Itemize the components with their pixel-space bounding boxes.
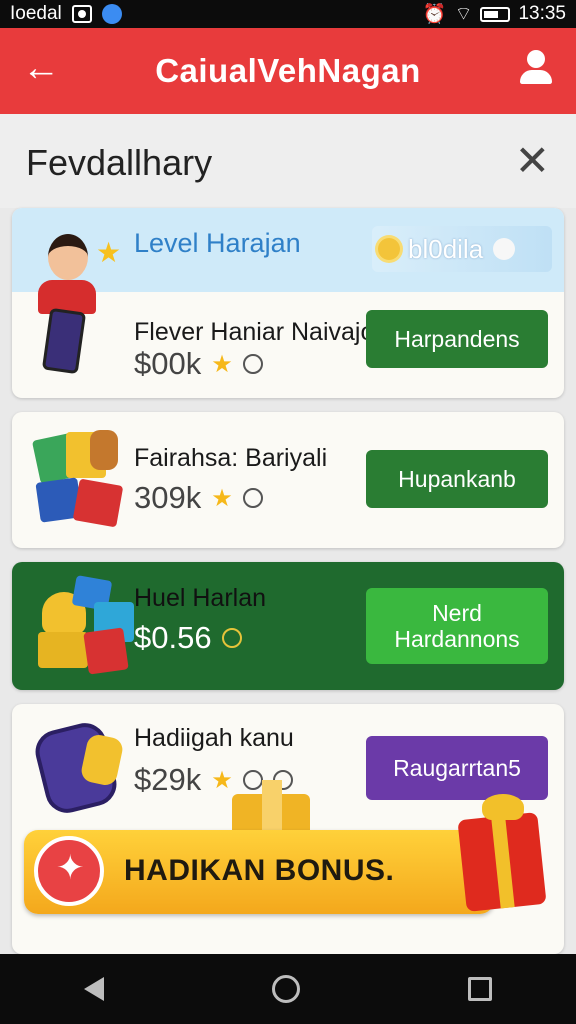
sheet-title: Fevdallhary: [26, 142, 213, 183]
timer-icon: [242, 488, 263, 508]
offer-name: Hadiigah kanu: [134, 724, 294, 752]
status-bar: Ioedal ⏰ ⌔ 13:35: [0, 0, 576, 28]
nav-recents-icon[interactable]: [468, 977, 492, 1001]
offer-name: Flever Haniar Naivajon: [134, 318, 389, 346]
price-value: $29k: [134, 762, 202, 797]
price-value: $00k: [134, 346, 202, 381]
button-line-1: Nerd: [432, 599, 482, 626]
profile-icon[interactable]: [518, 50, 554, 86]
coin-icon: [221, 628, 242, 648]
offer-price: $0.56: [134, 620, 242, 656]
level-label: Level Harajan: [134, 228, 301, 258]
carrier-label: Ioedal: [10, 3, 62, 24]
close-icon[interactable]: ✕: [515, 140, 550, 182]
coin-balance-label: bl0dila: [408, 233, 484, 264]
offer-price: 309k ★: [134, 480, 263, 516]
gallery-icon: [71, 5, 92, 23]
refresh-icon: [493, 238, 516, 260]
player-avatar-illustration: ★: [34, 228, 124, 378]
nav-home-icon[interactable]: [272, 975, 300, 1003]
alarm-icon: ⏰: [422, 4, 447, 25]
offer-name: Huel Harlan: [134, 584, 267, 612]
star-icon: ★: [211, 350, 233, 378]
offer-button-1[interactable]: Harpandens: [366, 310, 548, 368]
bonus-text: HADIKAN BONUS.: [124, 854, 395, 887]
system-nav-bar: [0, 954, 576, 1024]
gift-box-icon[interactable]: [457, 794, 554, 912]
back-arrow-icon[interactable]: ←: [22, 48, 62, 88]
bonus-banner[interactable]: HADIKAN BONUS.: [24, 830, 494, 914]
gift-chest-icon: [216, 778, 326, 838]
app-bar: ← CaiualVehNagan: [0, 28, 576, 114]
coin-icon: [378, 238, 400, 260]
price-value: 309k: [134, 480, 202, 515]
offer-button-2[interactable]: Hupankanb: [366, 450, 548, 508]
treasure-chest-illustration: [30, 718, 136, 820]
offer-button-4[interactable]: Raugarrtan5: [366, 736, 548, 800]
bonus-badge-icon: [34, 836, 104, 906]
offer-card-2: Fairahsa: Bariyali 309k ★ Hupankanb: [12, 412, 564, 548]
offer-card-featured: ★ Level Harajan bl0dila Flever Haniar Na…: [12, 208, 564, 398]
battery-icon: [480, 6, 511, 22]
offer-card-3-highlighted: Huel Harlan $0.56 Nerd Hardannons: [12, 562, 564, 690]
timer-icon: [242, 354, 263, 374]
card-bundle-illustration: [30, 426, 130, 536]
wifi-icon: ⌔: [454, 4, 473, 25]
price-value: $0.56: [134, 620, 212, 655]
app-notification-icon: [101, 4, 122, 24]
nav-back-icon[interactable]: [84, 977, 104, 1001]
button-line-2: Hardannons: [394, 626, 520, 652]
money-bags-illustration: [28, 574, 138, 678]
sheet-header: Fevdallhary ✕: [0, 114, 576, 208]
app-title: CaiualVehNagan: [155, 52, 421, 89]
offer-name: Fairahsa: Bariyali: [134, 444, 328, 472]
coin-balance-pill: bl0dila: [372, 226, 552, 272]
star-icon: ★: [211, 484, 233, 512]
offer-price: $00k ★: [134, 346, 263, 382]
clock: 13:35: [518, 3, 566, 24]
offer-button-3[interactable]: Nerd Hardannons: [366, 588, 548, 664]
